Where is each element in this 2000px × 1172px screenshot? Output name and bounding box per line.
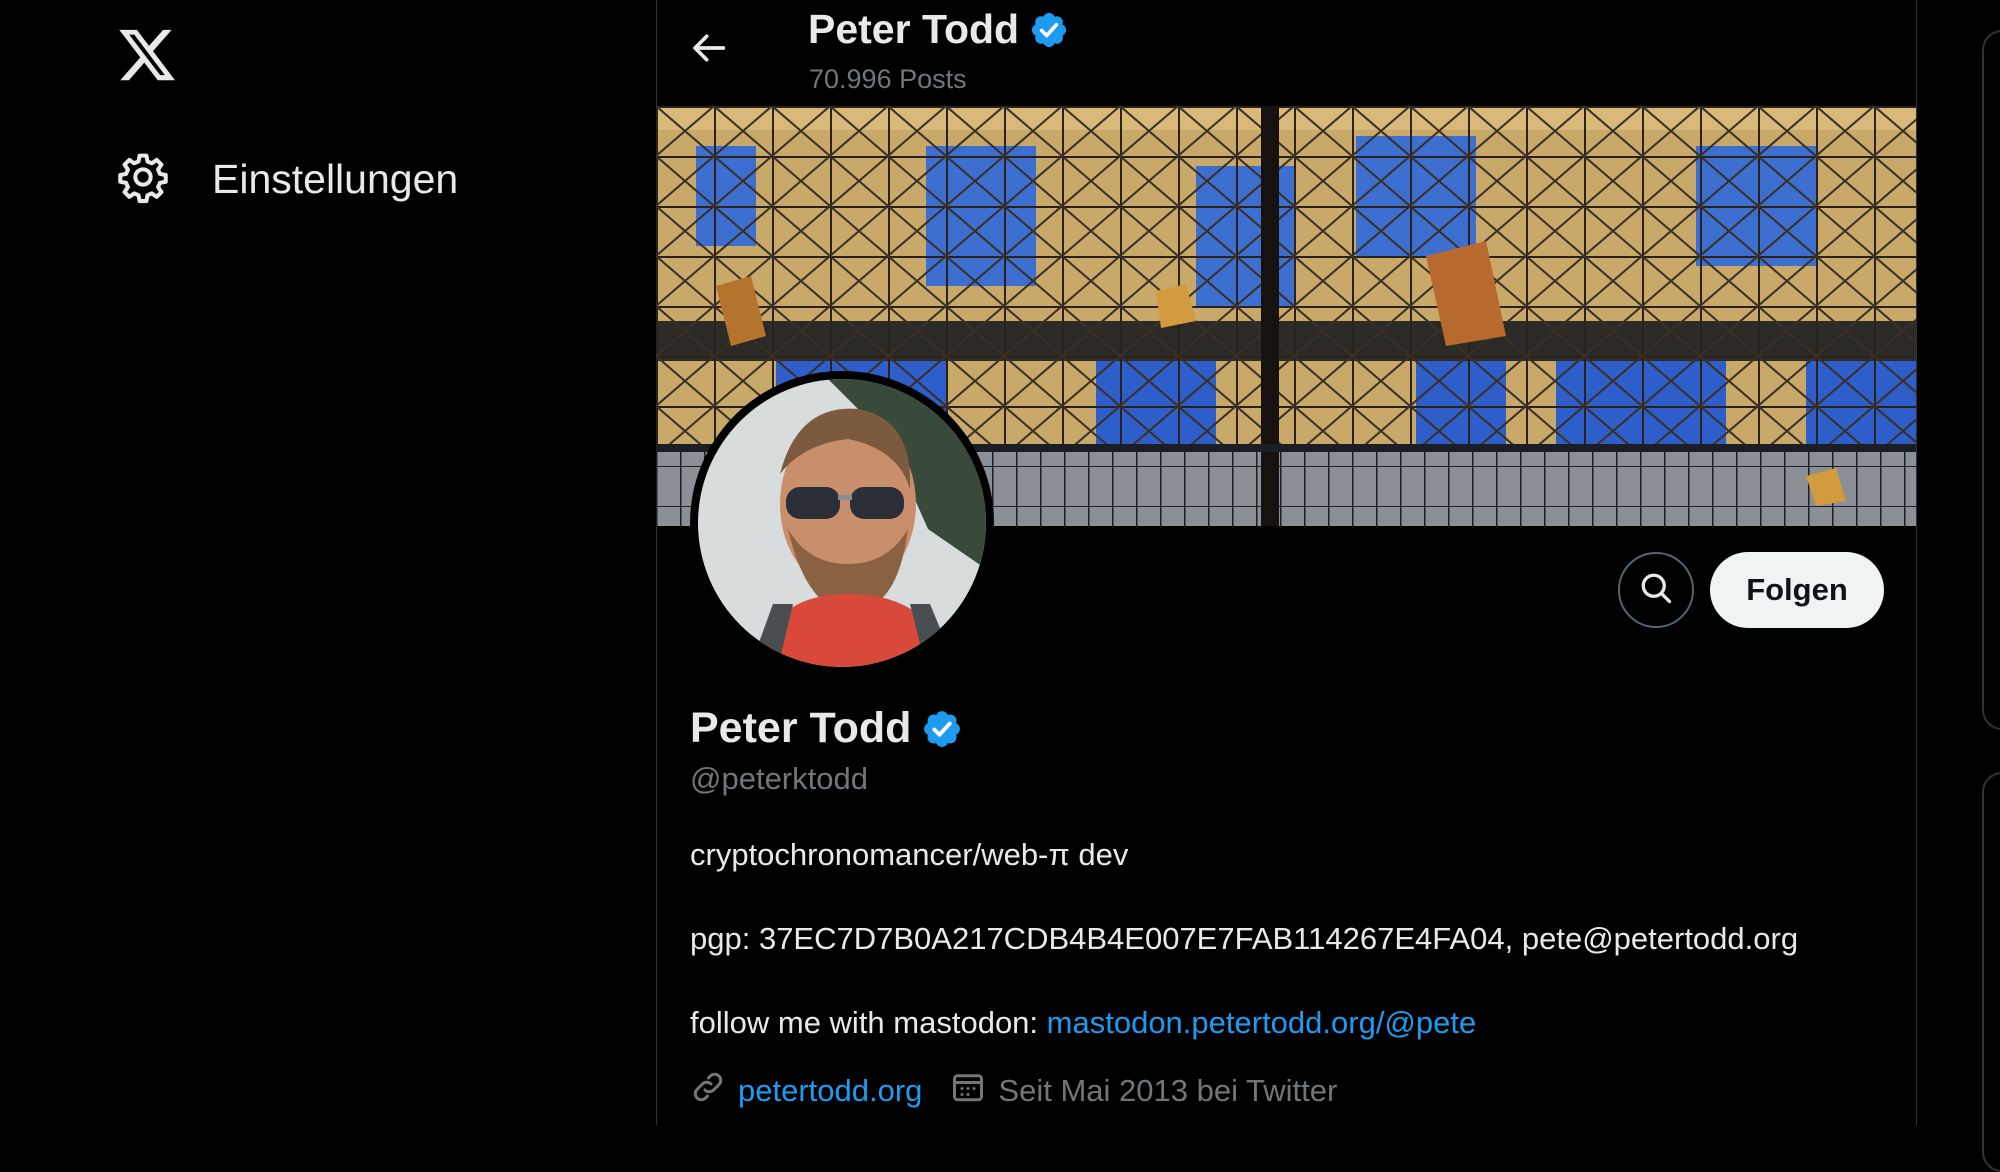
arrow-left-icon xyxy=(690,28,730,73)
profile-handle: @peterktodd xyxy=(690,761,868,796)
profile-meta: petertodd.org Seit Mai 2013 bei Twitter xyxy=(690,1068,1337,1114)
gear-icon xyxy=(116,150,170,209)
sidebar-panel-edge xyxy=(1982,30,2000,730)
nav-item-settings[interactable]: Einstellungen xyxy=(116,146,458,212)
sidebar-panel-edge xyxy=(1982,772,2000,1172)
calendar-icon xyxy=(950,1069,986,1113)
header-name-text: Peter Todd xyxy=(808,6,1020,52)
back-button[interactable] xyxy=(690,22,734,78)
x-logo-icon[interactable] xyxy=(116,24,178,86)
bio-line: pgp: 37EC7D7B0A217CDB4B4E007E7FAB114267E… xyxy=(690,921,1799,956)
profile-avatar[interactable] xyxy=(690,371,994,675)
profile-display-name: Peter Todd xyxy=(690,704,963,753)
header-title: Peter Todd xyxy=(808,6,1069,53)
verified-badge-icon[interactable] xyxy=(921,708,963,750)
website-link[interactable]: petertodd.org xyxy=(738,1073,922,1109)
verified-badge-icon[interactable] xyxy=(1029,10,1069,50)
search-button[interactable] xyxy=(1618,552,1694,628)
link-icon xyxy=(690,1069,726,1113)
joined-date: Seit Mai 2013 bei Twitter xyxy=(998,1073,1338,1108)
mastodon-link[interactable]: mastodon.petertodd.org/@pete xyxy=(1047,1005,1477,1040)
bio-line: follow me with mastodon: mastodon.petert… xyxy=(690,1005,1476,1041)
bio-text: follow me with mastodon: xyxy=(690,1005,1047,1040)
profile-name-text: Peter Todd xyxy=(690,704,912,752)
column-divider-right xyxy=(1916,0,1917,1125)
bio-line: cryptochronomancer/web-π dev xyxy=(690,837,1129,872)
post-count: 70.996 Posts xyxy=(809,64,967,94)
search-icon xyxy=(1638,570,1674,611)
follow-button[interactable]: Folgen xyxy=(1710,552,1884,628)
settings-label: Einstellungen xyxy=(212,155,459,202)
